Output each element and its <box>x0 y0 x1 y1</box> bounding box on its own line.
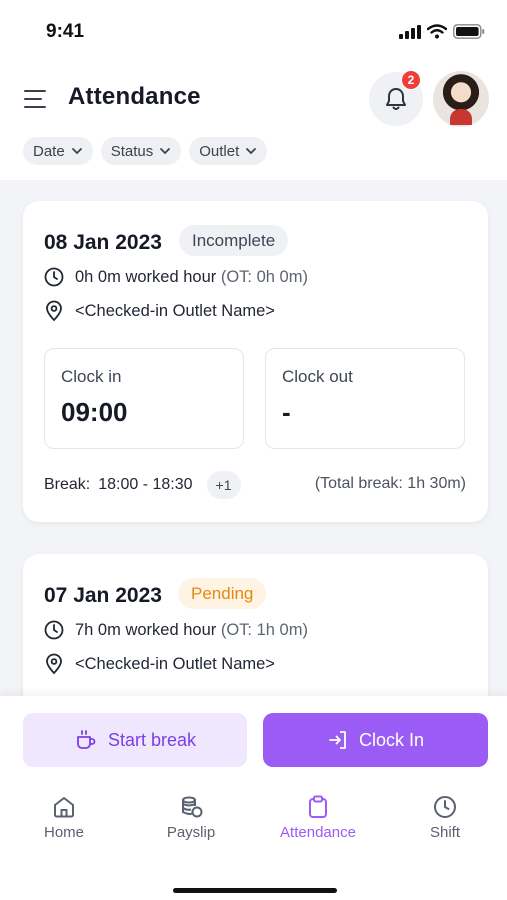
outlet-name: <Checked-in Outlet Name> <box>75 301 275 320</box>
clock-icon <box>44 620 64 640</box>
break-label: Break: <box>44 476 91 493</box>
clock-in-value: 09:00 <box>61 397 128 427</box>
status-bar: 9:41 <box>0 0 507 62</box>
card-date: 08 Jan 2023 <box>44 231 162 254</box>
action-bar: Start break Clock In <box>0 696 507 784</box>
chevron-down-icon <box>160 148 171 155</box>
attendance-list[interactable]: 08 Jan 2023 Incomplete 0h 0m worked hour… <box>0 180 507 700</box>
filter-label: Status <box>110 142 154 160</box>
nav-label: Payslip <box>166 824 216 841</box>
clock-out-label: Clock out <box>282 367 353 386</box>
menu-icon[interactable] <box>24 89 48 109</box>
card-date: 07 Jan 2023 <box>44 584 162 607</box>
total-break: (Total break: 1h 30m) <box>314 475 466 492</box>
nav-label: Home <box>43 824 84 841</box>
start-break-button[interactable]: Start break <box>23 713 247 767</box>
status-badge: Incomplete <box>179 225 289 256</box>
home-indicator <box>173 888 337 893</box>
wifi-icon <box>427 24 447 39</box>
filter-outlet[interactable]: Outlet <box>189 137 268 165</box>
nav-attendance[interactable]: Attendance <box>268 794 368 841</box>
nav-shift[interactable]: Shift <box>395 794 495 841</box>
location-pin-icon <box>46 653 62 675</box>
more-breaks-chip[interactable]: +1 <box>206 471 241 499</box>
login-icon <box>329 731 346 749</box>
clock-in-button[interactable]: Clock In <box>263 713 488 767</box>
filter-label: Outlet <box>199 142 240 160</box>
nav-payslip[interactable]: Payslip <box>141 794 241 841</box>
filter-date[interactable]: Date <box>23 137 93 165</box>
chevron-down-icon <box>246 148 257 155</box>
worked-hours: 7h 0m worked hour <box>75 620 217 639</box>
break-range: 18:00 - 18:30 <box>98 476 193 493</box>
bell-icon <box>386 88 406 110</box>
filter-status[interactable]: Status <box>100 137 182 165</box>
avatar[interactable] <box>433 71 489 127</box>
attendance-card[interactable]: 08 Jan 2023 Incomplete 0h 0m worked hour… <box>23 201 488 522</box>
coffee-cup-icon <box>77 730 96 749</box>
battery-icon <box>453 24 485 39</box>
nav-label: Attendance <box>280 824 356 841</box>
notification-badge: 2 <box>401 70 421 90</box>
worked-hours-row: 0h 0m worked hour (OT: 0h 0m) <box>44 267 308 287</box>
location-pin-icon <box>46 300 62 322</box>
clipboard-icon <box>309 795 327 818</box>
bottom-nav: Home Payslip Attendance Shift <box>0 784 507 900</box>
status-badge: Pending <box>178 578 267 609</box>
clock-in-box: Clock in 09:00 <box>44 348 244 449</box>
clock-icon <box>44 267 64 287</box>
worked-hours: 0h 0m worked hour <box>75 267 217 286</box>
clock-in-label: Clock in <box>61 367 122 386</box>
home-icon <box>54 797 74 818</box>
status-time: 9:41 <box>46 21 85 42</box>
nav-home[interactable]: Home <box>14 794 114 841</box>
status-icons <box>399 24 485 39</box>
clock-out-value: - <box>282 397 291 427</box>
attendance-card[interactable]: 07 Jan 2023 Pending 7h 0m worked hour (O… <box>23 554 488 700</box>
overtime: (OT: 0h 0m) <box>220 267 308 286</box>
outlet-name: <Checked-in Outlet Name> <box>75 654 275 673</box>
start-break-label: Start break <box>107 729 197 750</box>
nav-label: Shift <box>429 824 460 841</box>
filter-label: Date <box>33 142 65 160</box>
overtime: (OT: 1h 0m) <box>220 620 308 639</box>
app-header: Attendance 2 <box>0 62 507 138</box>
break-row: Break: 18:00 - 18:30 +1 <box>44 471 241 499</box>
chevron-down-icon <box>71 148 82 155</box>
coins-icon <box>182 796 203 818</box>
page-title: Attendance <box>68 83 201 110</box>
worked-hours-row: 7h 0m worked hour (OT: 1h 0m) <box>44 620 308 640</box>
filter-bar: Date Status Outlet <box>23 137 268 165</box>
signal-icon <box>399 24 421 39</box>
clock-in-label: Clock In <box>358 729 425 750</box>
clock-out-box: Clock out - <box>265 348 465 449</box>
outlet-row: <Checked-in Outlet Name> <box>44 300 275 322</box>
clock-icon <box>434 796 456 818</box>
outlet-row: <Checked-in Outlet Name> <box>44 653 275 675</box>
